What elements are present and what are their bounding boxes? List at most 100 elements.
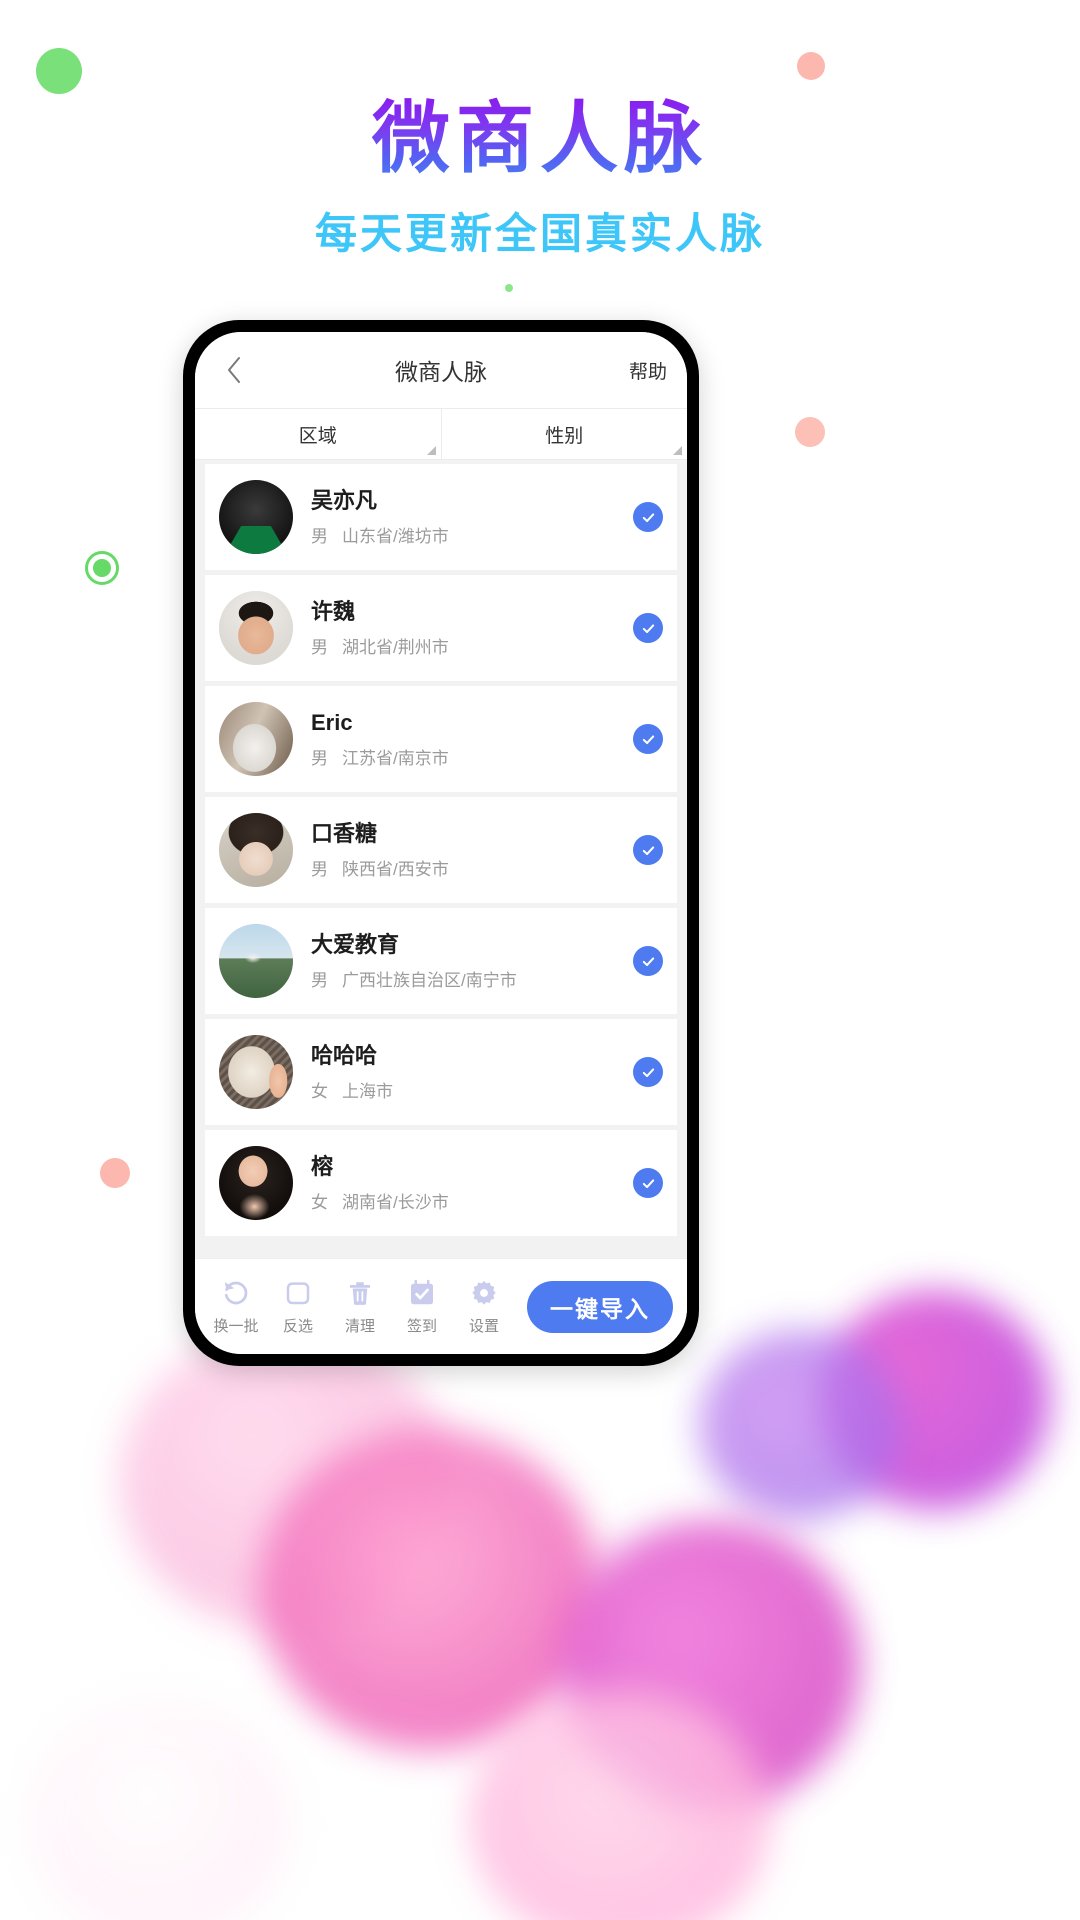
toolbar-invert-label: 反选 bbox=[282, 1318, 313, 1335]
page-subtitle: 每天更新全国真实人脉 bbox=[314, 209, 765, 257]
check-icon bbox=[640, 953, 657, 970]
filter-gender[interactable]: 性别 bbox=[440, 409, 688, 459]
table-row[interactable]: 榕 女湖南省/长沙市 bbox=[205, 1130, 677, 1236]
select-checkbox[interactable] bbox=[633, 1057, 663, 1087]
toolbar-settings-button[interactable]: 设置 bbox=[453, 1277, 515, 1336]
app-navbar: 微商人脉 帮助 bbox=[195, 332, 687, 408]
contact-detail: 女上海市 bbox=[311, 1077, 633, 1102]
select-checkbox[interactable] bbox=[633, 724, 663, 754]
toolbar-checkin-label: 签到 bbox=[406, 1318, 437, 1335]
contact-name: 口香糖 bbox=[311, 821, 378, 847]
contact-detail: 男江苏省/南京市 bbox=[311, 744, 633, 769]
contact-name: 哈哈哈 bbox=[311, 1043, 378, 1069]
contact-gender: 男 bbox=[311, 970, 328, 990]
check-icon bbox=[640, 731, 657, 748]
dropdown-corner-icon bbox=[673, 446, 682, 455]
select-checkbox[interactable] bbox=[633, 1168, 663, 1198]
contact-detail: 男湖北省/荆州市 bbox=[311, 633, 633, 658]
contact-location: 山东省/潍坊市 bbox=[342, 526, 449, 546]
select-checkbox[interactable] bbox=[633, 613, 663, 643]
import-button[interactable]: 一键导入 bbox=[527, 1280, 673, 1333]
deco-blob-white-bottomleft bbox=[30, 1700, 290, 1920]
trash-icon bbox=[345, 1277, 375, 1309]
toolbar-clean-button[interactable]: 清理 bbox=[329, 1277, 391, 1336]
toolbar-invert-button[interactable]: 反选 bbox=[267, 1277, 329, 1336]
contact-gender: 男 bbox=[311, 859, 328, 879]
contact-name: 吴亦凡 bbox=[311, 488, 378, 514]
toolbar-settings-label: 设置 bbox=[468, 1318, 499, 1335]
contact-location: 广西壮族自治区/南宁市 bbox=[342, 970, 517, 990]
table-row[interactable]: 许魏 男湖北省/荆州市 bbox=[205, 575, 677, 681]
contact-name: 大爱教育 bbox=[311, 932, 400, 958]
check-icon bbox=[640, 1064, 657, 1081]
bottom-toolbar: 换一批 反选 清理 签到 设置 一键导入 bbox=[195, 1258, 687, 1354]
contact-detail: 男广西壮族自治区/南宁市 bbox=[311, 966, 633, 991]
calendar-check-icon bbox=[407, 1277, 437, 1309]
contact-location: 湖北省/荆州市 bbox=[342, 637, 449, 657]
avatar bbox=[219, 1035, 293, 1109]
contact-gender: 男 bbox=[311, 637, 328, 657]
help-button[interactable]: 帮助 bbox=[629, 357, 667, 384]
deco-dot-green-tiny bbox=[505, 284, 513, 292]
contact-location: 陕西省/西安市 bbox=[342, 859, 449, 879]
phone-mockup: 微商人脉 帮助 区域 性别 吴亦凡 男 山东省/潍坊市 许魏 男 湖北省/荆州市… bbox=[183, 320, 699, 1366]
filter-bar: 区域 性别 bbox=[195, 408, 687, 460]
contact-name: Eric bbox=[311, 710, 353, 736]
dropdown-corner-icon bbox=[426, 446, 436, 455]
contact-meta: Eric 男江苏省/南京市 bbox=[293, 709, 633, 769]
hero-heading-group: 微商人脉 每天更新全国真实人脉 bbox=[0, 94, 1080, 261]
table-row[interactable]: 哈哈哈 女上海市 bbox=[205, 1019, 677, 1125]
check-icon bbox=[640, 1175, 657, 1192]
contact-meta: 口香糖 男陕西省/西安市 bbox=[293, 820, 633, 880]
check-icon bbox=[640, 620, 657, 637]
toolbar-refresh-label: 换一批 bbox=[213, 1318, 259, 1335]
refresh-undo-icon bbox=[221, 1277, 251, 1309]
deco-dot-green-inner bbox=[93, 559, 111, 577]
check-icon bbox=[640, 509, 657, 526]
select-checkbox[interactable] bbox=[633, 835, 663, 865]
filter-region-label: 区域 bbox=[298, 425, 337, 447]
avatar bbox=[219, 480, 293, 554]
contact-location: 湖南省/长沙市 bbox=[342, 1192, 449, 1212]
contact-gender: 男 bbox=[311, 526, 328, 546]
contact-detail: 男陕西省/西安市 bbox=[311, 855, 633, 880]
contact-meta: 大爱教育 男广西壮族自治区/南宁市 bbox=[293, 931, 633, 991]
avatar bbox=[219, 591, 293, 665]
toolbar-refresh-button[interactable]: 换一批 bbox=[205, 1277, 267, 1336]
contact-location: 江苏省/南京市 bbox=[342, 748, 449, 768]
toolbar-clean-label: 清理 bbox=[344, 1318, 375, 1335]
avatar bbox=[219, 813, 293, 887]
contact-meta: 榕 女湖南省/长沙市 bbox=[293, 1153, 633, 1213]
table-row[interactable]: 吴亦凡 男山东省/潍坊市 bbox=[205, 464, 677, 570]
deco-dot-pink-topright bbox=[797, 52, 825, 80]
contact-gender: 女 bbox=[311, 1081, 328, 1101]
toolbar-checkin-button[interactable]: 签到 bbox=[391, 1277, 453, 1336]
deco-blob-pink-mid bbox=[260, 1430, 600, 1750]
avatar bbox=[219, 924, 293, 998]
page-title: 微商人脉 bbox=[371, 94, 708, 182]
avatar bbox=[219, 702, 293, 776]
phone-screen: 微商人脉 帮助 区域 性别 吴亦凡 男 山东省/潍坊市 许魏 男 湖北省/荆州市… bbox=[195, 332, 687, 1354]
deco-dot-green-top bbox=[36, 48, 82, 94]
filter-gender-label: 性别 bbox=[545, 425, 584, 447]
contact-meta: 许魏 男湖北省/荆州市 bbox=[293, 598, 633, 658]
select-checkbox[interactable] bbox=[633, 502, 663, 532]
contact-meta: 哈哈哈 女上海市 bbox=[293, 1042, 633, 1102]
empty-square-icon bbox=[283, 1277, 313, 1309]
chevron-left-icon bbox=[225, 355, 243, 385]
contact-location: 上海市 bbox=[342, 1081, 393, 1101]
contact-list[interactable]: 吴亦凡 男山东省/潍坊市 许魏 男 湖北省/荆州市 Eric 男 江苏省/南京市… bbox=[195, 460, 687, 1258]
contact-gender: 女 bbox=[311, 1192, 328, 1212]
deco-dot-pink-left bbox=[100, 1158, 130, 1188]
select-checkbox[interactable] bbox=[633, 946, 663, 976]
navbar-title: 微商人脉 bbox=[395, 359, 487, 385]
table-row[interactable]: 口香糖 男陕西省/西安市 bbox=[205, 797, 677, 903]
check-icon bbox=[640, 842, 657, 859]
back-button[interactable] bbox=[215, 351, 253, 389]
contact-detail: 男山东省/潍坊市 bbox=[311, 522, 633, 547]
table-row[interactable]: 大爱教育 男广西壮族自治区/南宁市 bbox=[205, 908, 677, 1014]
deco-blob-purple bbox=[700, 1330, 900, 1520]
avatar bbox=[219, 1146, 293, 1220]
table-row[interactable]: Eric 男江苏省/南京市 bbox=[205, 686, 677, 792]
filter-region[interactable]: 区域 bbox=[195, 409, 441, 459]
